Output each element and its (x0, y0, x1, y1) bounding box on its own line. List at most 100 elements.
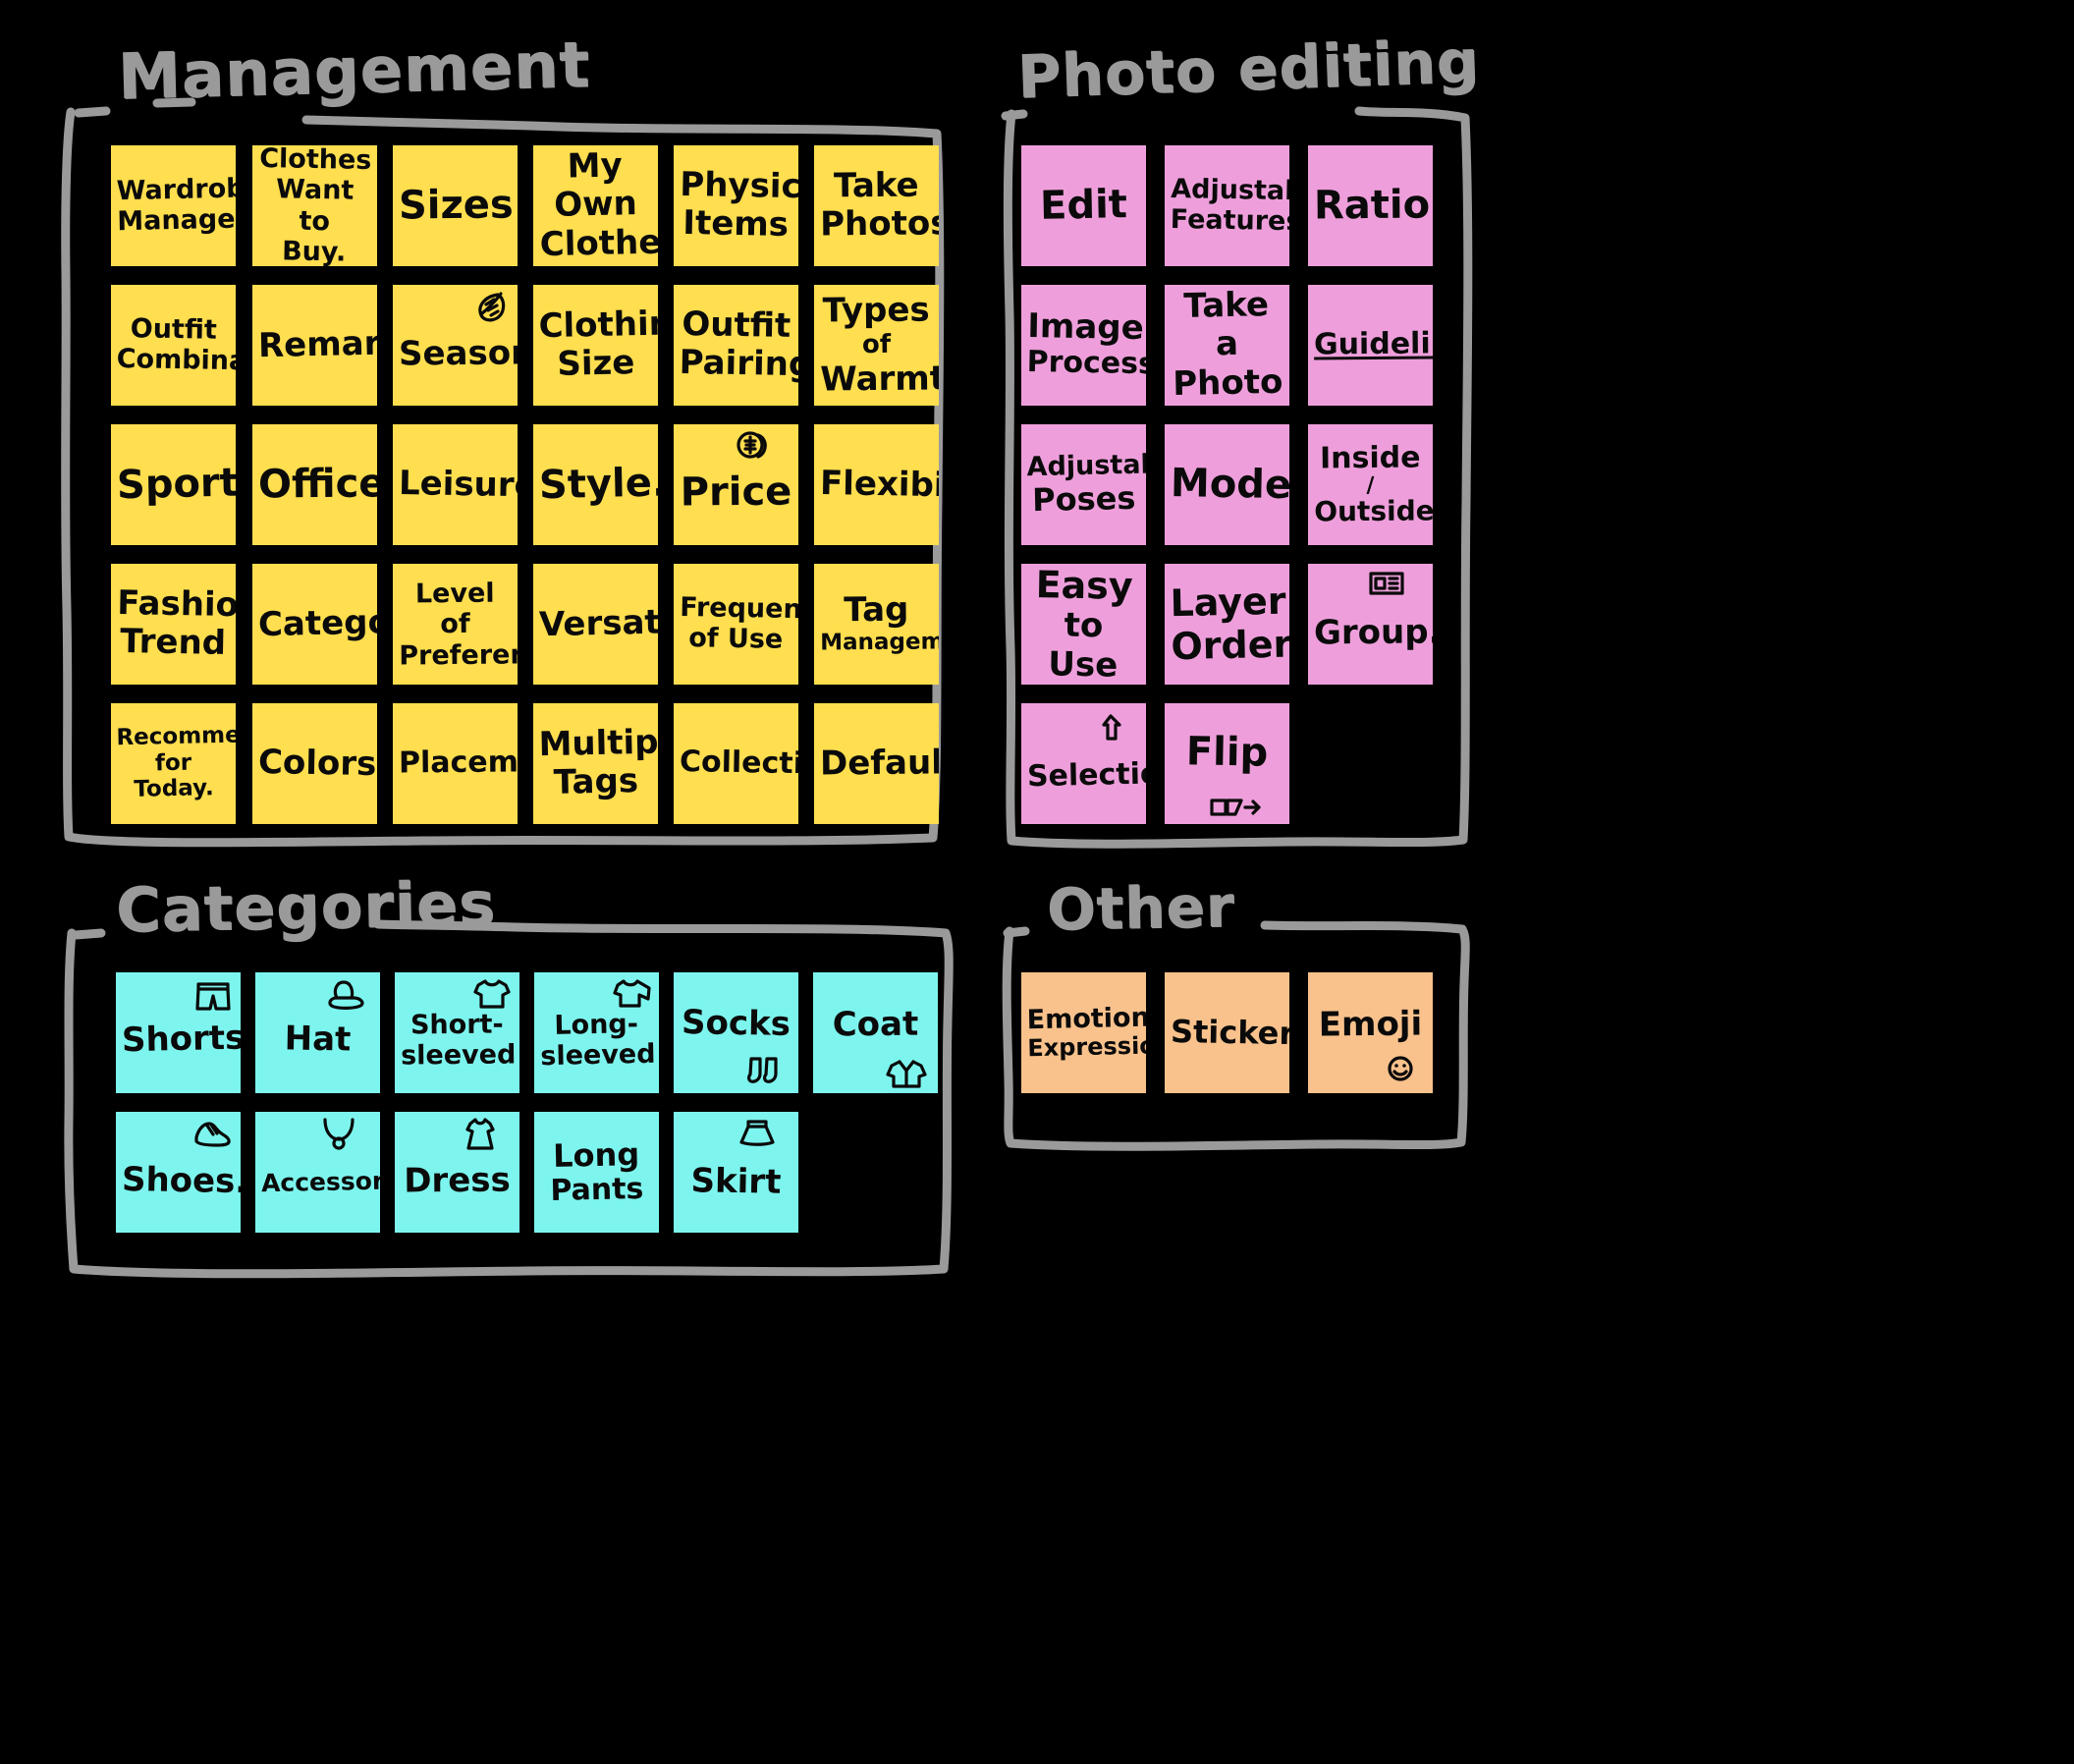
sticky-note[interactable]: Shoes. (116, 1112, 241, 1233)
flip-icon (1208, 795, 1263, 820)
sticky-note[interactable]: Collection (674, 703, 798, 824)
sticky-note[interactable]: Ratio (1308, 145, 1433, 266)
sticky-note[interactable]: Multiple Tags (533, 703, 658, 824)
note-text: Physical Items (680, 165, 798, 246)
sticky-note[interactable]: Placement (393, 703, 518, 824)
note-text: Skirt (690, 1160, 782, 1202)
sticky-note[interactable]: Sizes (393, 145, 518, 266)
tshirt-icon (472, 976, 512, 1012)
sticky-note[interactable]: Layer Order (1165, 564, 1289, 685)
shoe-icon (191, 1116, 233, 1149)
sticky-note[interactable]: Coat (813, 972, 938, 1093)
management-group-title: Management (117, 28, 591, 114)
sticky-note[interactable]: Clothing Size (533, 285, 658, 406)
sticky-note[interactable]: Fashion Trend (111, 564, 236, 685)
note-text: Leisure (398, 463, 518, 506)
sticky-note[interactable]: Selection (1021, 703, 1146, 824)
sticky-note[interactable]: Group. (1308, 564, 1433, 685)
sticky-note[interactable]: Adjustable Features (1165, 145, 1289, 266)
sticky-note[interactable]: Accessories (255, 1112, 380, 1233)
sticky-note[interactable]: Emotion Expression (1021, 972, 1146, 1093)
note-text: Fashion Trend (117, 583, 236, 664)
note-text: My Own Clothes (539, 145, 658, 265)
sticky-note[interactable]: Versatility (533, 564, 658, 685)
sticky-note[interactable]: Default (814, 703, 939, 824)
note-text: Versatility (538, 600, 658, 644)
note-text: Adjustable Poses (1026, 449, 1146, 520)
note-text: Collection (679, 744, 798, 783)
sticky-note[interactable]: Clothes Want to Buy. (252, 145, 377, 266)
sticky-note[interactable]: Hat (255, 972, 380, 1093)
note-text: Level of Preference (399, 578, 518, 671)
note-text: Clothing Size (538, 303, 658, 385)
sticky-note[interactable]: Shorts (116, 972, 241, 1093)
note-text: Flip (1185, 729, 1269, 777)
sticky-note[interactable]: Office (252, 424, 377, 545)
note-text: Colors. (257, 742, 377, 785)
sticky-note[interactable]: Take Photos (814, 145, 939, 266)
note-text: Group. (1313, 612, 1433, 653)
note-text: Take Photos (819, 165, 939, 246)
note-text: Coat (832, 1004, 919, 1045)
note-text: Clothes Want to Buy. (258, 145, 372, 266)
sticky-note[interactable]: Price (674, 424, 798, 545)
hat-icon (325, 978, 366, 1014)
sticky-note[interactable]: Seasons (393, 285, 518, 406)
note-text: Sticker (1170, 1012, 1289, 1053)
sticky-note[interactable]: Leisure (393, 424, 518, 545)
sticky-note[interactable]: Skirt (674, 1112, 798, 1233)
note-text: Easy to Use (1035, 564, 1134, 685)
sticky-note[interactable]: Frequency of Use (674, 564, 798, 685)
smiley-icon (1386, 1054, 1415, 1083)
sticky-note[interactable]: Category (252, 564, 377, 685)
note-text: Adjustable Features (1170, 174, 1289, 238)
sticky-note[interactable]: Tag Management (814, 564, 939, 685)
sticky-note[interactable]: Short- sleeved (395, 972, 519, 1093)
sticky-note[interactable]: Flip (1165, 703, 1289, 824)
sticky-note[interactable]: Take a Photo (1165, 285, 1289, 406)
sticky-note[interactable]: Socks (674, 972, 798, 1093)
sticky-note[interactable]: Recommended for Today. (111, 703, 236, 824)
sticky-note[interactable]: Dress (395, 1112, 519, 1233)
sticky-note[interactable]: Guidelines (1308, 285, 1433, 406)
sticky-note[interactable]: Long Pants (534, 1112, 659, 1233)
sticky-note[interactable]: Style. (533, 424, 658, 545)
note-text: Guidelines (1313, 326, 1433, 362)
sticky-note[interactable]: Outfit Combinations (111, 285, 236, 406)
sticky-note[interactable]: Long- sleeved (534, 972, 659, 1093)
sticky-note[interactable]: Model (1165, 424, 1289, 545)
sticky-note[interactable]: Sports (111, 424, 236, 545)
sticky-note[interactable]: My Own Clothes (533, 145, 658, 266)
note-text: Style. (538, 460, 658, 509)
note-text: Short- sleeved (401, 1009, 517, 1073)
sticky-note[interactable]: Level of Preference (393, 564, 518, 685)
sticky-note[interactable]: Outfit Pairing (674, 285, 798, 406)
other-group-title: Other (1046, 872, 1235, 943)
sticky-note[interactable]: Flexibility (814, 424, 939, 545)
note-text: Wardrobe Management (116, 173, 236, 238)
sticky-note[interactable]: Colors. (252, 703, 377, 824)
note-text: Category (257, 601, 377, 644)
sticky-note[interactable]: Sticker (1165, 972, 1289, 1093)
sticky-note[interactable]: Image Processing (1021, 285, 1146, 406)
sticky-note[interactable]: Types of Warmth (814, 285, 939, 406)
shorts-icon (193, 978, 233, 1014)
note-text: Default (819, 743, 939, 784)
sticky-note[interactable]: Inside / Outside (1308, 424, 1433, 545)
sticky-note[interactable]: Adjustable Poses (1021, 424, 1146, 545)
note-text: Long- sleeved (540, 1009, 656, 1073)
note-text: Price (680, 469, 792, 516)
note-text: Tag Management (820, 590, 939, 657)
group-icon (1367, 570, 1406, 597)
sticky-note[interactable]: Remarks (252, 285, 377, 406)
sticky-note[interactable]: Easy to Use (1021, 564, 1146, 685)
sticky-note[interactable]: Wardrobe Management (111, 145, 236, 266)
note-text: Recommended for Today. (116, 721, 236, 803)
note-text: Edit (1039, 182, 1128, 230)
sticky-note[interactable]: Edit (1021, 145, 1146, 266)
dress-icon (463, 1116, 498, 1153)
note-text: Layer Order (1170, 579, 1289, 669)
note-text: Image Processing (1026, 306, 1146, 384)
sticky-note[interactable]: Emoji (1308, 972, 1433, 1093)
sticky-note[interactable]: Physical Items (674, 145, 798, 266)
